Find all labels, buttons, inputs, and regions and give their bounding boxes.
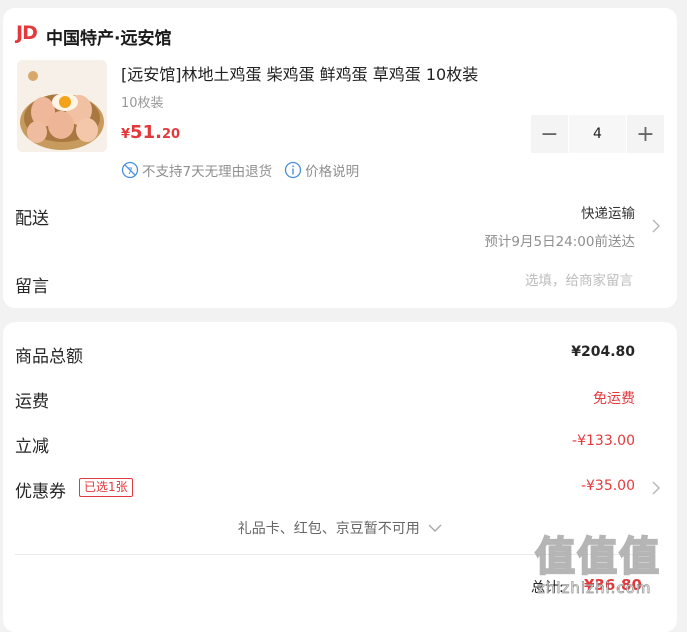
coupon-selected-badge[interactable]: 已选1张 <box>79 478 133 497</box>
product-title[interactable]: [远安馆]林地土鸡蛋 柴鸡蛋 鲜鸡蛋 草鸡蛋 10枚装 <box>121 61 478 85</box>
discount-label: 立减 <box>15 437 49 457</box>
price-integer: 51. <box>130 122 162 143</box>
delivery-eta[interactable]: 预计9月5日24:00前送达 <box>484 230 635 250</box>
no-return-icon: 7 <box>121 161 139 179</box>
info-icon[interactable] <box>284 161 302 179</box>
discount-value: -¥133.00 <box>572 433 635 449</box>
decrease-quantity-button[interactable]: − <box>531 115 568 153</box>
price-currency: ¥ <box>121 127 131 142</box>
site-watermark: 值值值 zhizhizhi.com <box>534 534 675 615</box>
coupon-label: 优惠券 <box>15 482 66 502</box>
egg-basket-icon <box>17 60 107 152</box>
goods-total-value: ¥204.80 <box>571 344 635 360</box>
order-item-card: JD 中国特产·远安馆 [远安馆]林地土鸡蛋 柴鸡蛋 鲜鸡蛋 草鸡蛋 10枚装 … <box>3 8 677 308</box>
service-notices: 7 不支持7天无理由退货 价格说明 <box>121 160 359 180</box>
product-price: ¥51.20 <box>121 122 180 143</box>
delivery-method[interactable]: 快递运输 <box>581 202 635 222</box>
coupon-value[interactable]: -¥35.00 <box>581 478 635 494</box>
no-return-notice: 不支持7天无理由退货 <box>142 164 273 180</box>
giftcard-text: 礼品卡、红包、京豆暂不可用 <box>237 521 420 537</box>
freight-value: 免运费 <box>593 391 635 407</box>
quantity-value[interactable]: 4 <box>569 115 626 153</box>
increase-quantity-button[interactable]: + <box>627 115 664 153</box>
product-spec: 10枚装 <box>121 96 164 111</box>
delivery-label: 配送 <box>15 209 49 229</box>
chevron-right-icon[interactable] <box>651 480 661 496</box>
product-image[interactable] <box>17 60 107 152</box>
jd-logo: JD <box>16 22 38 44</box>
watermark-glyphs: 值值值 <box>534 534 661 580</box>
store-name[interactable]: 中国特产·远安馆 <box>46 24 171 49</box>
price-explanation-link[interactable]: 价格说明 <box>305 160 359 180</box>
chevron-down-icon <box>428 524 442 532</box>
message-label: 留言 <box>15 277 49 297</box>
price-decimal: 20 <box>161 127 181 142</box>
quantity-stepper: − 4 + <box>531 115 664 153</box>
goods-total-label: 商品总额 <box>15 347 83 367</box>
freight-label: 运费 <box>15 392 49 412</box>
watermark-text: zhizhizhi.com <box>537 579 652 598</box>
chevron-right-icon[interactable] <box>651 218 661 234</box>
message-input[interactable] <box>371 272 635 290</box>
